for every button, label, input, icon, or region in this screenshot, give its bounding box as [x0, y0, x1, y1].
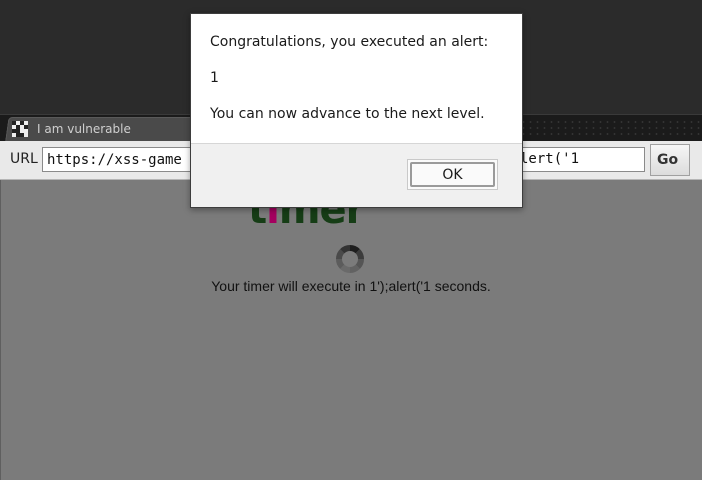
- xss-game-favicon-icon: [12, 121, 28, 137]
- ok-button[interactable]: OK: [407, 159, 498, 190]
- go-button[interactable]: Go: [650, 144, 690, 176]
- alert-dialog: Congratulations, you executed an alert: …: [190, 13, 523, 208]
- page-content: timer Your timer will execute in 1');ale…: [0, 180, 702, 480]
- alert-dialog-footer: OK: [191, 143, 522, 207]
- alert-message-line3: You can now advance to the next level.: [210, 106, 485, 122]
- tab-content[interactable]: I am vulnerable: [12, 118, 131, 140]
- loading-spinner-icon: [336, 245, 364, 273]
- timer-message: Your timer will execute in 1');alert('1 …: [211, 278, 491, 294]
- tab-title: I am vulnerable: [37, 122, 131, 136]
- alert-message-line1: Congratulations, you executed an alert:: [210, 34, 489, 50]
- ok-button-label: OK: [410, 162, 495, 187]
- screen: I am vulnerable URL lert('1 Go timer You…: [0, 0, 702, 480]
- url-input-tail-text: lert('1: [518, 151, 580, 167]
- tab-strip-texture: [520, 119, 700, 139]
- alert-message-value: 1: [210, 70, 219, 86]
- url-label: URL: [10, 151, 38, 167]
- alert-dialog-body: Congratulations, you executed an alert: …: [191, 14, 522, 143]
